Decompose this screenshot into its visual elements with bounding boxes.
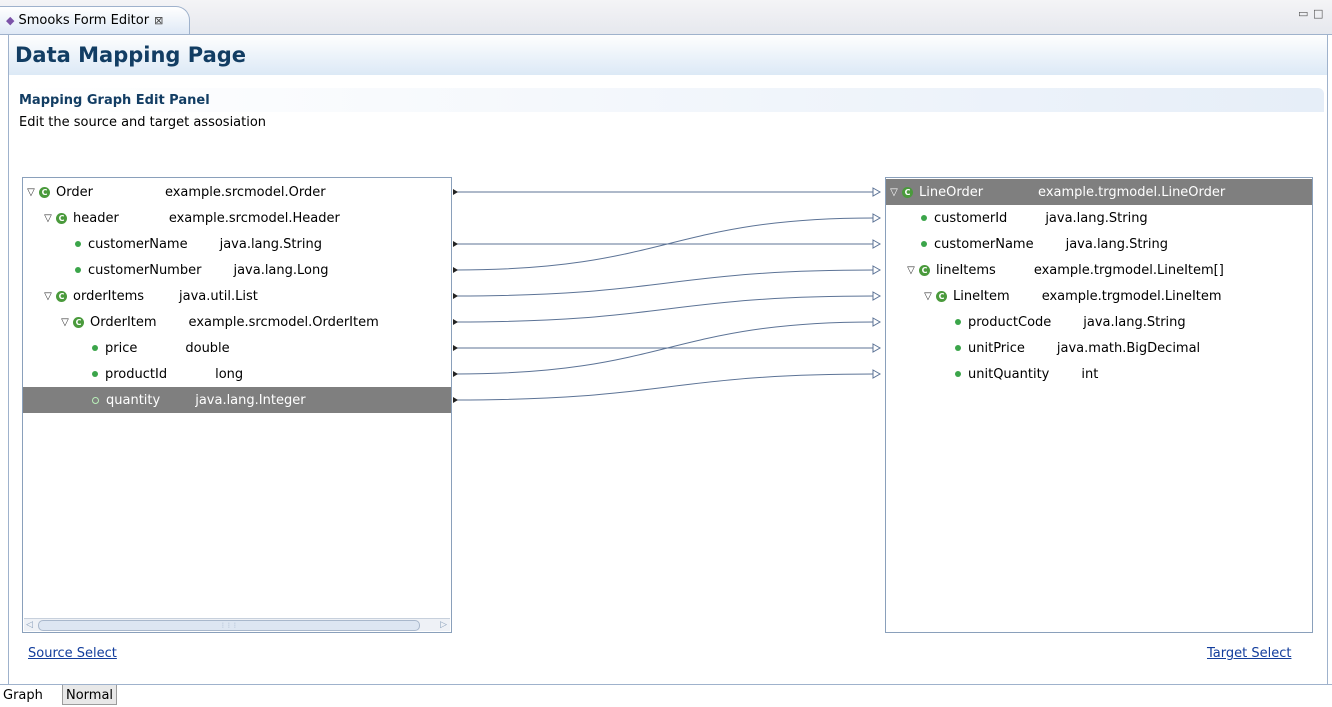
mapping-line-3[interactable]: [455, 269, 875, 297]
tab-graph[interactable]: Graph: [0, 685, 46, 705]
source-anchor-icon[interactable]: [453, 319, 458, 325]
target-arrow-icon: [872, 317, 882, 327]
source-anchor-icon[interactable]: [453, 345, 458, 351]
tab-normal[interactable]: Normal: [62, 685, 118, 705]
target-arrow-icon: [872, 291, 882, 301]
source-anchor-icon[interactable]: [453, 397, 458, 403]
source-anchor-icon[interactable]: [453, 371, 458, 377]
target-arrow-icon: [872, 239, 882, 249]
source-anchor-icon[interactable]: [453, 293, 458, 299]
target-arrow-icon: [872, 265, 882, 275]
target-select-link[interactable]: Target Select: [1207, 646, 1291, 661]
mapping-line-4[interactable]: [455, 295, 875, 323]
target-arrow-icon: [872, 187, 882, 197]
source-anchor-icon[interactable]: [453, 267, 458, 273]
source-select-link[interactable]: Source Select: [28, 646, 117, 661]
target-arrow-icon: [872, 213, 882, 223]
source-anchor-icon[interactable]: [453, 241, 458, 247]
target-arrow-icon: [872, 369, 882, 379]
mapping-connections: [453, 187, 882, 403]
page-tabs: Graph Normal: [0, 684, 1332, 705]
target-arrow-icon: [872, 343, 882, 353]
mapping-line-7[interactable]: [455, 373, 875, 401]
source-anchor-icon[interactable]: [453, 189, 458, 195]
